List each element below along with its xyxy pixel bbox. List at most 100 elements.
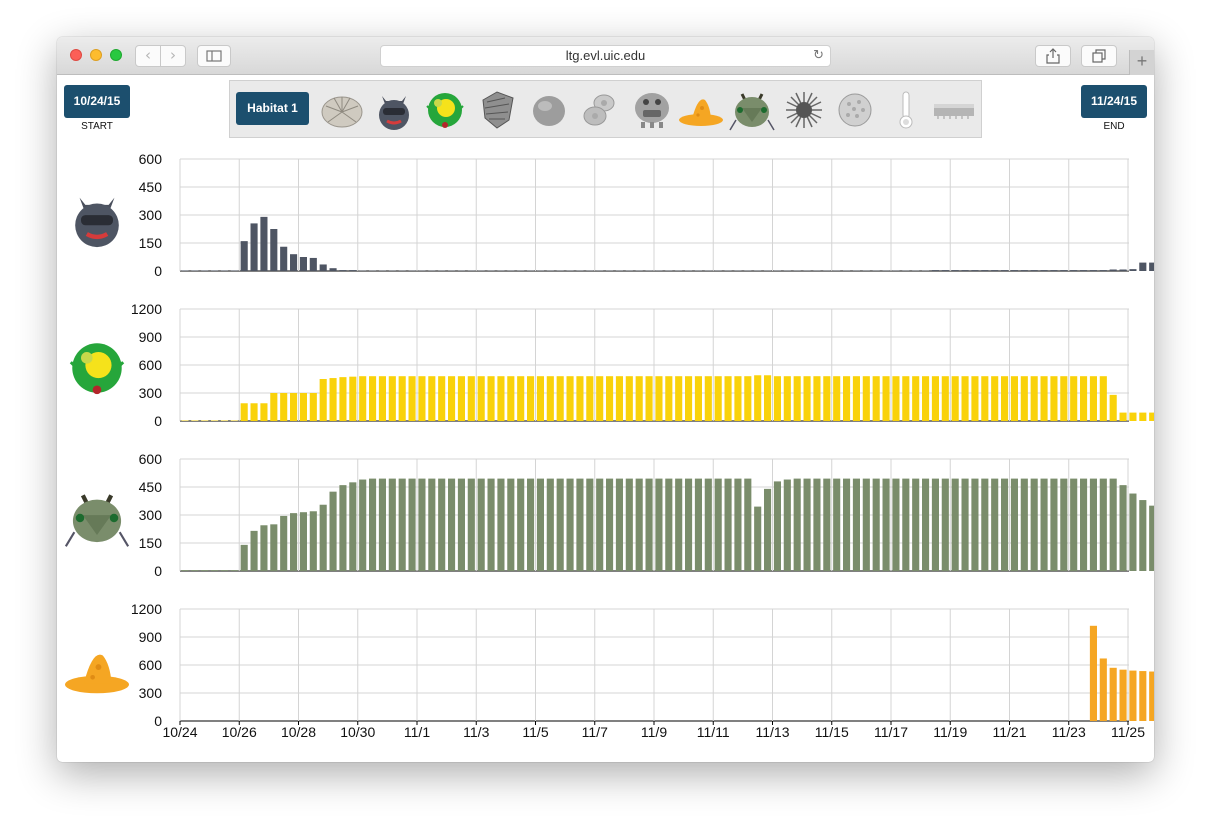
bar xyxy=(211,570,219,571)
bar xyxy=(536,478,544,571)
bar xyxy=(615,376,623,421)
close-window-button[interactable] xyxy=(70,49,82,61)
bar xyxy=(596,478,604,571)
bar xyxy=(566,376,574,421)
bar xyxy=(1129,670,1137,721)
bar xyxy=(1099,658,1107,721)
bar xyxy=(941,478,949,571)
bar xyxy=(1020,478,1028,571)
bar xyxy=(299,512,307,571)
bar xyxy=(280,246,288,271)
bar xyxy=(783,376,791,421)
y-tick-label: 0 xyxy=(154,713,162,729)
bar xyxy=(1119,485,1127,571)
bar xyxy=(1139,262,1147,271)
new-tab-button[interactable]: + xyxy=(1129,50,1154,75)
y-tick-label: 150 xyxy=(139,235,163,251)
bar xyxy=(1109,667,1117,721)
bar xyxy=(1149,262,1154,271)
bar xyxy=(1139,412,1147,421)
tabs-overview-button[interactable] xyxy=(1081,45,1117,67)
bar xyxy=(467,376,475,421)
x-tick-label: 10/26 xyxy=(222,724,257,740)
chevron-left-icon: ‹ xyxy=(145,46,151,64)
bar xyxy=(1010,270,1018,271)
bar xyxy=(280,515,288,571)
bar xyxy=(250,403,258,421)
x-tick-label: 11/9 xyxy=(641,724,667,740)
bar xyxy=(369,376,377,421)
zoom-window-button[interactable] xyxy=(110,49,122,61)
bar xyxy=(230,570,238,571)
bar xyxy=(517,376,525,421)
bar xyxy=(902,478,910,571)
bar xyxy=(329,491,337,571)
y-tick-label: 300 xyxy=(139,685,163,701)
bar xyxy=(971,270,979,271)
bar xyxy=(546,478,554,571)
bar xyxy=(1080,478,1088,571)
bar xyxy=(388,478,396,571)
bar xyxy=(694,478,702,571)
y-tick-label: 1200 xyxy=(131,301,162,317)
bar xyxy=(566,478,574,571)
bar xyxy=(1050,478,1058,571)
bar xyxy=(931,376,939,421)
bar xyxy=(230,270,238,271)
bar xyxy=(991,270,999,271)
bar xyxy=(576,376,584,421)
bar xyxy=(1109,478,1117,571)
bar xyxy=(378,478,386,571)
bar xyxy=(931,270,939,271)
y-tick-label: 1200 xyxy=(131,601,162,617)
title-bar: ‹ › ltg.evl.uic.edu ↻ + xyxy=(57,37,1154,75)
bar xyxy=(902,376,910,421)
bar xyxy=(1030,270,1038,271)
bar xyxy=(1149,412,1154,421)
bar xyxy=(527,478,535,571)
bar xyxy=(1089,625,1097,721)
y-tick-label: 600 xyxy=(139,151,163,167)
x-tick-label: 11/21 xyxy=(993,724,1027,740)
bar xyxy=(1119,412,1127,421)
share-button[interactable] xyxy=(1035,45,1071,67)
bar xyxy=(833,376,841,421)
bar xyxy=(418,478,426,571)
bar xyxy=(685,376,693,421)
bar xyxy=(428,478,436,571)
bar xyxy=(408,376,416,421)
chevron-right-icon: › xyxy=(170,46,176,64)
address-bar[interactable]: ltg.evl.uic.edu ↻ xyxy=(380,45,831,67)
bar xyxy=(606,478,614,571)
bar xyxy=(754,375,762,421)
bar xyxy=(1149,505,1154,571)
bar xyxy=(714,478,722,571)
bar xyxy=(734,376,742,421)
x-tick-label: 11/7 xyxy=(582,724,608,740)
x-tick-label: 11/11 xyxy=(697,724,730,740)
bar xyxy=(457,478,465,571)
bar xyxy=(1099,376,1107,421)
bar xyxy=(240,403,248,421)
forward-button[interactable]: › xyxy=(160,45,186,67)
bar xyxy=(1001,270,1009,271)
back-button[interactable]: ‹ xyxy=(135,45,161,67)
bar xyxy=(270,524,278,571)
bar xyxy=(448,478,456,571)
y-tick-label: 150 xyxy=(139,535,163,551)
bar xyxy=(1089,270,1097,271)
minimize-window-button[interactable] xyxy=(90,49,102,61)
bar xyxy=(961,478,969,571)
bar xyxy=(477,376,485,421)
bar xyxy=(586,376,594,421)
plus-icon: + xyxy=(1136,51,1148,71)
reload-icon[interactable]: ↻ xyxy=(813,46,824,66)
bar xyxy=(872,376,880,421)
bar xyxy=(556,478,564,571)
bar xyxy=(398,376,406,421)
sidebar-toggle-button[interactable] xyxy=(197,45,231,67)
bar xyxy=(1001,478,1009,571)
bar xyxy=(1129,412,1137,421)
bar xyxy=(487,478,495,571)
bar xyxy=(299,257,307,271)
